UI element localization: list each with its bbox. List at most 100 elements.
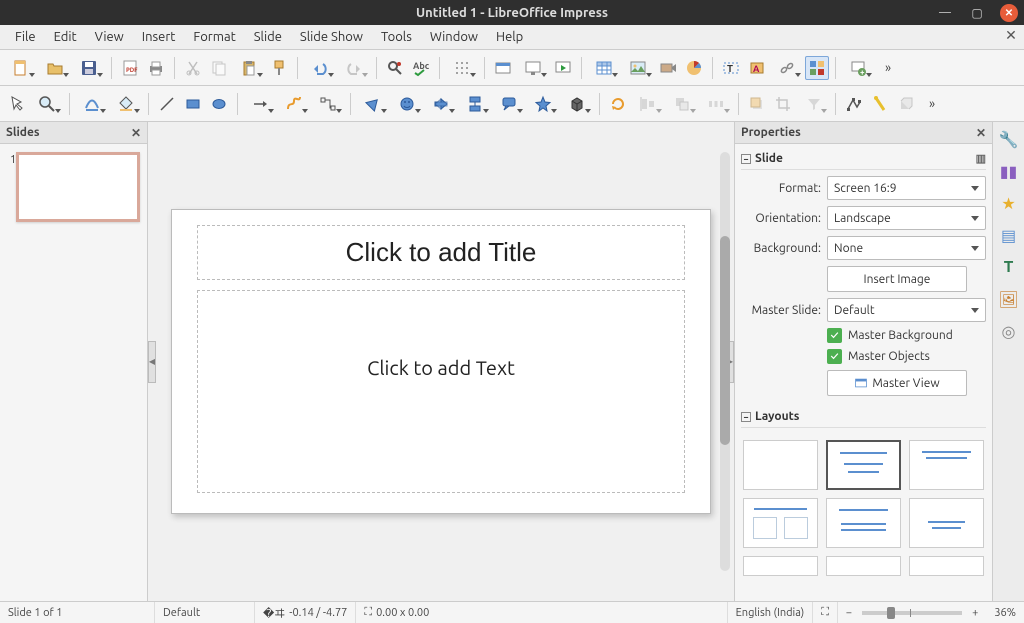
gluepoints-button[interactable] — [868, 92, 892, 116]
menu-file[interactable]: File — [6, 27, 45, 47]
slide-section-header[interactable]: − Slide ▥ — [741, 148, 986, 170]
sidebar-gallery-tab[interactable]: 🖼 — [998, 288, 1020, 310]
callouts-button[interactable] — [493, 92, 525, 116]
content-placeholder[interactable]: Click to add Text — [197, 290, 685, 493]
sidebar-animation-tab[interactable]: ★ — [998, 192, 1020, 214]
menu-tools[interactable]: Tools — [372, 27, 421, 47]
vertical-scrollbar[interactable] — [720, 152, 730, 571]
connectors-button[interactable] — [312, 92, 344, 116]
panel-splitter-left-button[interactable]: ◀ — [148, 341, 156, 383]
flowchart-button[interactable] — [459, 92, 491, 116]
insert-table-button[interactable] — [588, 56, 620, 80]
toggle-point-edit-button[interactable] — [842, 92, 866, 116]
distribute-button[interactable] — [700, 92, 732, 116]
orientation-select[interactable]: Landscape — [827, 206, 986, 230]
layout-title-content[interactable] — [826, 440, 901, 490]
sidebar-properties-tab[interactable]: 🔧 — [998, 128, 1020, 150]
rectangle-button[interactable] — [181, 92, 205, 116]
close-window-button[interactable]: ✕ — [1000, 4, 1018, 22]
layout-content-title[interactable] — [826, 498, 901, 548]
close-document-button[interactable]: ✕ — [1002, 27, 1020, 45]
menu-view[interactable]: View — [86, 27, 133, 47]
background-select[interactable]: None — [827, 236, 986, 260]
zoom-percent[interactable]: 36% — [986, 602, 1024, 623]
paste-button[interactable] — [233, 56, 265, 80]
toolbar-overflow-button[interactable]: » — [876, 56, 900, 80]
undo-button[interactable] — [304, 56, 336, 80]
clone-formatting-button[interactable] — [267, 56, 291, 80]
align-objects-button[interactable] — [632, 92, 664, 116]
menu-format[interactable]: Format — [184, 27, 244, 47]
menu-insert[interactable]: Insert — [133, 27, 185, 47]
copy-button[interactable] — [207, 56, 231, 80]
sidebar-master-slides-tab[interactable]: ▤ — [998, 224, 1020, 246]
insert-av-button[interactable] — [656, 56, 680, 80]
filter-button[interactable] — [797, 92, 829, 116]
rotate-button[interactable] — [606, 92, 630, 116]
shadow-button[interactable] — [745, 92, 769, 116]
master-background-checkbox[interactable]: ✓ Master Background — [827, 328, 986, 343]
arrange-button[interactable] — [666, 92, 698, 116]
fill-color-button[interactable] — [110, 92, 142, 116]
select-tool-button[interactable] — [5, 92, 29, 116]
insert-chart-button[interactable] — [682, 56, 706, 80]
layout-title-only[interactable] — [909, 440, 984, 490]
open-button[interactable] — [39, 56, 71, 80]
status-language[interactable]: English (India) — [728, 602, 814, 623]
save-button[interactable] — [73, 56, 105, 80]
start-slideshow-button[interactable] — [517, 56, 549, 80]
zoom-out-button[interactable]: − — [842, 607, 856, 619]
maximize-button[interactable]: ▢ — [968, 4, 986, 22]
more-options-icon[interactable]: ▥ — [976, 152, 986, 165]
layout-8[interactable] — [826, 556, 901, 576]
sidebar-slide-transition-tab[interactable]: ▮▮ — [998, 160, 1020, 182]
menu-help[interactable]: Help — [487, 27, 532, 47]
insert-line-button[interactable] — [155, 92, 179, 116]
master-slide-button[interactable] — [491, 56, 515, 80]
layout-two-content[interactable] — [743, 498, 818, 548]
insert-fontwork-button[interactable]: A — [745, 56, 769, 80]
insert-image-button[interactable] — [622, 56, 654, 80]
stars-button[interactable] — [527, 92, 559, 116]
zoom-slider[interactable] — [862, 611, 962, 615]
find-replace-button[interactable] — [383, 56, 407, 80]
layout-7[interactable] — [743, 556, 818, 576]
layout-centered-text[interactable] — [909, 498, 984, 548]
menu-window[interactable]: Window — [421, 27, 487, 47]
new-slide-button[interactable]: + — [842, 56, 874, 80]
line-color-button[interactable] — [76, 92, 108, 116]
sidebar-styles-tab[interactable]: T — [998, 256, 1020, 278]
start-from-first-button[interactable] — [551, 56, 575, 80]
menu-slide[interactable]: Slide — [245, 27, 291, 47]
print-button[interactable] — [144, 56, 168, 80]
new-button[interactable] — [5, 56, 37, 80]
master-objects-checkbox[interactable]: ✓ Master Objects — [827, 349, 986, 364]
master-view-button[interactable]: Master View — [827, 370, 967, 396]
menu-slideshow[interactable]: Slide Show — [291, 27, 372, 47]
insert-hyperlink-button[interactable] — [771, 56, 803, 80]
master-slide-select[interactable]: Default — [827, 298, 986, 322]
title-placeholder[interactable]: Click to add Title — [197, 225, 685, 280]
curves-polygons-button[interactable] — [278, 92, 310, 116]
minimize-button[interactable]: — — [936, 4, 954, 22]
slide-canvas[interactable]: Click to add Title Click to add Text — [171, 209, 711, 514]
zoom-tool-button[interactable] — [31, 92, 63, 116]
show-draw-functions-button[interactable] — [805, 56, 829, 80]
redo-button[interactable] — [338, 56, 370, 80]
sidebar-navigator-tab[interactable]: ◎ — [998, 320, 1020, 342]
basic-shapes-button[interactable] — [357, 92, 389, 116]
toolbar2-overflow-button[interactable]: » — [920, 92, 944, 116]
ellipse-button[interactable] — [207, 92, 231, 116]
menu-edit[interactable]: Edit — [45, 27, 86, 47]
spellcheck-button[interactable]: Abc — [409, 56, 433, 80]
lines-arrows-button[interactable] — [244, 92, 276, 116]
layout-blank[interactable] — [743, 440, 818, 490]
zoom-fit-button[interactable]: ⛶ — [813, 602, 838, 623]
3d-objects-button[interactable] — [561, 92, 593, 116]
symbol-shapes-button[interactable] — [391, 92, 423, 116]
layout-9[interactable] — [909, 556, 984, 576]
crop-button[interactable] — [771, 92, 795, 116]
toggle-extrusion-button[interactable] — [894, 92, 918, 116]
export-pdf-button[interactable]: PDF — [118, 56, 142, 80]
insert-textbox-button[interactable]: T — [719, 56, 743, 80]
